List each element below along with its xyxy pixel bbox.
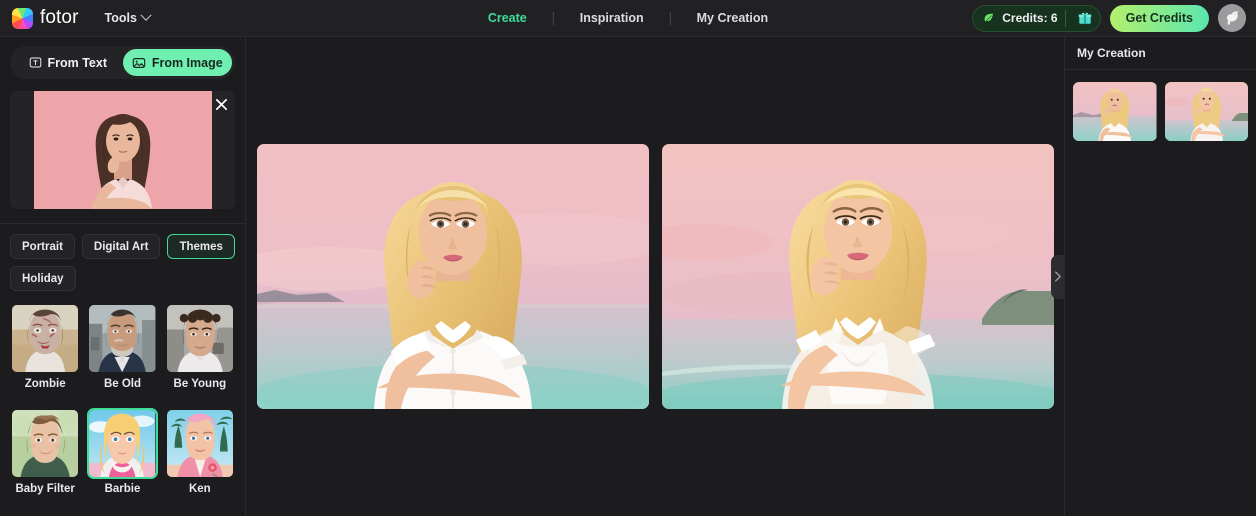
fotor-logo-icon [12, 7, 33, 29]
nav-item-create[interactable]: Create [462, 11, 553, 25]
style-label: Baby Filter [15, 483, 75, 495]
mode-from-image-button[interactable]: From Image [122, 49, 232, 76]
style-thumbnail [165, 303, 235, 374]
tools-menu-button[interactable]: Tools [104, 9, 152, 25]
style-thumbnail [10, 303, 80, 374]
result-canvas [246, 37, 1064, 516]
brand-logo[interactable]: fotor [0, 7, 79, 29]
category-tab-digital-art[interactable]: Digital Art [81, 234, 161, 259]
style-label: Barbie [104, 483, 141, 495]
style-preset-ken[interactable]: Ken [165, 408, 235, 504]
nav-item-inspiration[interactable]: Inspiration [554, 11, 670, 25]
leaf-icon [984, 13, 994, 22]
user-avatar-bird-icon [1218, 4, 1246, 32]
style-thumbnail [87, 303, 157, 374]
nav-item-my-creation[interactable]: My Creation [671, 11, 795, 25]
main-nav: Create Inspiration My Creation [462, 11, 794, 25]
mode-from-text-button[interactable]: From Text [13, 49, 123, 76]
style-preset-grid: Zombie Be Old Be Young Baby Filter Barbi… [0, 291, 245, 516]
chevron-down-icon [140, 9, 152, 21]
style-label: Be Old [103, 378, 142, 390]
text-box-icon [29, 57, 41, 68]
uploaded-image [33, 91, 212, 209]
result-image-1[interactable] [256, 144, 649, 409]
credits-label: Credits: 6 [1002, 11, 1058, 25]
gift-icon[interactable] [1073, 7, 1097, 29]
chevron-right-icon [1055, 271, 1061, 282]
style-preset-zombie[interactable]: Zombie [10, 303, 80, 399]
style-preset-be-young[interactable]: Be Young [165, 303, 235, 399]
close-icon[interactable] [213, 96, 229, 112]
user-avatar[interactable] [1218, 4, 1246, 32]
top-navigation-bar: fotor Tools Create Inspiration My Creati… [0, 0, 1256, 37]
category-tab-holiday[interactable]: Holiday [10, 266, 76, 291]
category-tab-portrait[interactable]: Portrait [10, 234, 75, 259]
app-body: From Text From Image Portrait Digital Ar… [0, 37, 1256, 516]
style-preset-barbie[interactable]: Barbie [87, 408, 158, 504]
credits-badge[interactable]: Credits: 6 [972, 4, 1101, 32]
style-label: Ken [188, 483, 211, 495]
style-thumbnail [87, 408, 158, 479]
creation-thumbnail-grid [1065, 70, 1256, 153]
style-preset-be-old[interactable]: Be Old [87, 303, 157, 399]
left-tools-panel: From Text From Image Portrait Digital Ar… [0, 37, 246, 516]
get-credits-button[interactable]: Get Credits [1109, 4, 1209, 32]
tools-menu-label: Tools [104, 11, 137, 25]
collapse-panel-handle[interactable] [1051, 254, 1064, 299]
uploaded-image-preview[interactable] [10, 91, 235, 209]
input-mode-switch: From Text From Image [10, 46, 235, 79]
mode-from-text-label: From Text [47, 55, 108, 70]
style-label: Zombie [24, 378, 66, 390]
my-creation-title: My Creation [1065, 37, 1256, 70]
brand-name: fotor [40, 7, 79, 28]
style-thumbnail [10, 408, 80, 479]
style-label: Be Young [173, 378, 227, 390]
my-creation-panel: My Creation [1064, 37, 1256, 516]
fotor-ai-app: fotor Tools Create Inspiration My Creati… [0, 0, 1256, 516]
style-preset-baby-filter[interactable]: Baby Filter [10, 408, 80, 504]
credits-divider [1064, 9, 1066, 27]
creation-thumbnail-2[interactable] [1164, 82, 1248, 141]
category-tab-themes[interactable]: Themes [167, 234, 235, 259]
style-thumbnail [165, 408, 235, 479]
top-bar-actions: Credits: 6 Get Credits [972, 4, 1256, 32]
image-icon [132, 57, 146, 68]
creation-thumbnail-1[interactable] [1073, 82, 1157, 141]
result-image-2[interactable] [661, 144, 1054, 409]
mode-from-image-label: From Image [151, 55, 223, 70]
category-tabs: Portrait Digital Art Themes Holiday [0, 224, 245, 291]
